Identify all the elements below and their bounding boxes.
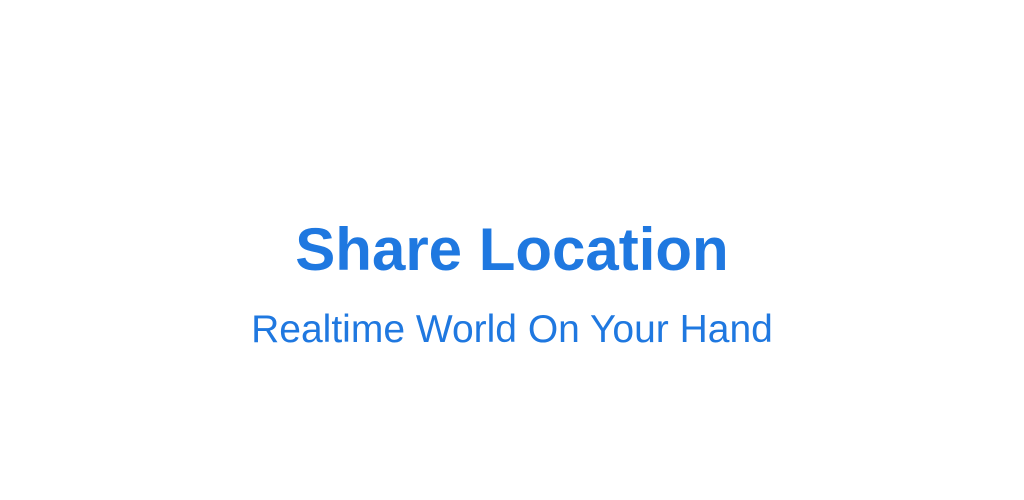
banner-title: Share Location — [295, 216, 729, 283]
banner-subtitle: Realtime World On Your Hand — [251, 308, 773, 351]
feature-banner: Share Location Realtime World On Your Ha… — [0, 0, 1024, 500]
